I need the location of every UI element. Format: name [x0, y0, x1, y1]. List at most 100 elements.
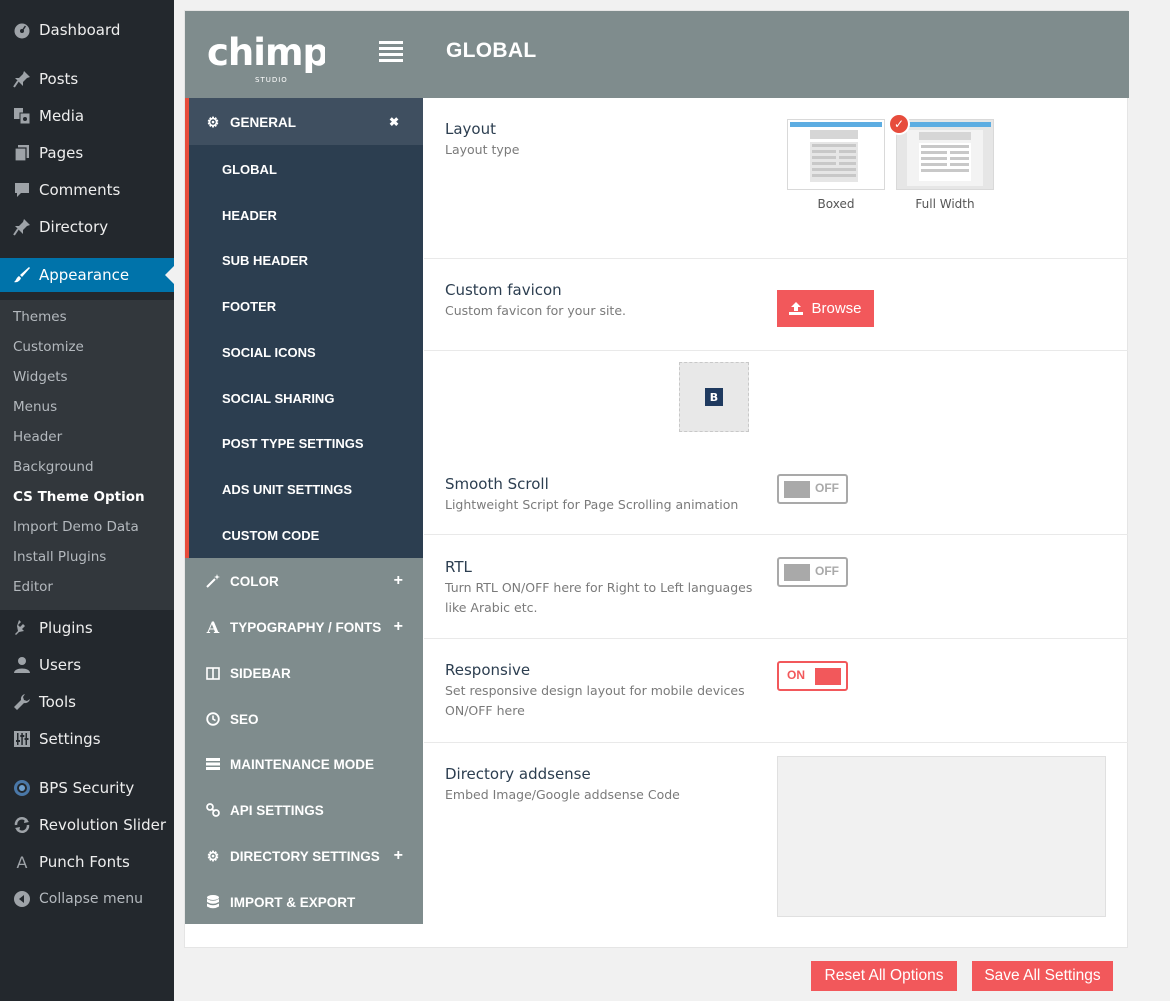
- submenu-item-import-demo-data[interactable]: Import Demo Data: [13, 519, 139, 535]
- shield-icon: [9, 779, 35, 797]
- submenu-item-customize[interactable]: Customize: [13, 339, 84, 355]
- option-description: Turn RTL ON/OFF here for Right to Left l…: [445, 580, 753, 615]
- browse-button[interactable]: Browse: [777, 290, 874, 327]
- responsive-toggle[interactable]: ON: [777, 661, 848, 691]
- layout-boxed-option[interactable]: [787, 119, 885, 190]
- nav-item-header[interactable]: HEADER: [222, 208, 277, 223]
- nav-section-api-settings[interactable]: API SETTINGS: [185, 787, 423, 833]
- responsive-row: Responsive Set responsive design layout …: [424, 639, 1128, 743]
- collapse-menu-button[interactable]: Collapse menu: [0, 882, 174, 916]
- appearance-submenu: Themes Customize Widgets Menus Header Ba…: [0, 300, 174, 610]
- reset-all-options-button[interactable]: Reset All Options: [811, 961, 957, 991]
- chimp-studio-logo: chimp STUDIO: [207, 31, 325, 84]
- nav-section-general-header[interactable]: ⚙ GENERAL ✖: [185, 99, 423, 145]
- menu-item-appearance[interactable]: Appearance: [0, 258, 174, 292]
- favicon-row: Custom favicon Custom favicon for your s…: [424, 259, 1128, 351]
- nav-section-label: TYPOGRAPHY / FONTS: [230, 619, 382, 635]
- submenu-item-menus[interactable]: Menus: [13, 399, 57, 415]
- menu-item-directory[interactable]: Directory: [0, 210, 174, 244]
- general-section: ⚙ GENERAL ✖ GLOBAL HEADER SUB HEADER FOO…: [185, 98, 423, 558]
- option-label: RTL: [445, 558, 472, 576]
- nav-section-label: COLOR: [230, 573, 279, 589]
- media-icon: [9, 107, 35, 125]
- nav-item-global[interactable]: GLOBAL: [222, 162, 277, 177]
- layout-full-width-option[interactable]: [896, 119, 994, 190]
- option-description: Layout type: [445, 142, 520, 157]
- comments-icon: [9, 181, 35, 199]
- submenu-item-background[interactable]: Background: [13, 459, 94, 475]
- layout-option-caption: Full Width: [915, 197, 975, 211]
- menu-item-posts[interactable]: Posts: [0, 62, 174, 96]
- svg-text:chimp: chimp: [207, 31, 325, 74]
- menu-label: Pages: [39, 144, 84, 162]
- nav-item-social-icons[interactable]: SOCIAL ICONS: [222, 345, 316, 360]
- nav-section-seo[interactable]: SEO: [185, 696, 423, 742]
- magic-wand-icon: [205, 574, 221, 588]
- nav-section-label: IMPORT & EXPORT: [230, 894, 356, 910]
- submenu-item-cs-theme-option[interactable]: CS Theme Option: [13, 489, 145, 505]
- menu-item-pages[interactable]: Pages: [0, 136, 174, 170]
- addsense-code-textarea[interactable]: [777, 756, 1106, 917]
- submenu-item-themes[interactable]: Themes: [13, 309, 67, 325]
- columns-icon: [205, 666, 221, 680]
- menu-item-media[interactable]: Media: [0, 99, 174, 133]
- database-icon: [205, 895, 221, 909]
- menu-label: Settings: [39, 730, 101, 748]
- menu-item-bps-security[interactable]: BPS Security: [0, 771, 174, 805]
- sliders-icon: [9, 730, 35, 748]
- rtl-toggle[interactable]: OFF: [777, 557, 848, 587]
- menu-item-comments[interactable]: Comments: [0, 173, 174, 207]
- submenu-item-widgets[interactable]: Widgets: [13, 369, 68, 385]
- option-label: Layout: [445, 120, 496, 138]
- nav-item-ads-unit-settings[interactable]: ADS UNIT SETTINGS: [222, 482, 352, 497]
- submenu-item-editor[interactable]: Editor: [13, 579, 53, 595]
- nav-item-sub-header[interactable]: SUB HEADER: [222, 253, 308, 268]
- menu-label: Plugins: [39, 619, 93, 637]
- dashboard-icon: [9, 21, 35, 39]
- collapse-icon[interactable]: ✖: [389, 115, 399, 129]
- gear-icon: ⚙: [206, 113, 220, 130]
- pages-icon: [9, 144, 35, 162]
- nav-item-footer[interactable]: FOOTER: [222, 299, 276, 314]
- menu-label: Tools: [39, 693, 76, 711]
- option-description: Custom favicon for your site.: [445, 303, 626, 318]
- server-icon: [205, 758, 221, 770]
- nav-section-color[interactable]: COLOR +: [185, 558, 423, 604]
- menu-item-dashboard[interactable]: Dashboard: [0, 13, 174, 47]
- option-label: Smooth Scroll: [445, 475, 549, 493]
- nav-section-maintenance-mode[interactable]: MAINTENANCE MODE: [185, 741, 423, 787]
- smooth-scroll-toggle[interactable]: OFF: [777, 474, 848, 504]
- option-description: Lightweight Script for Page Scrolling an…: [445, 497, 739, 512]
- theme-options-panel: chimp STUDIO GLOBAL ⚙ GENERAL ✖ GLOBAL H…: [184, 10, 1129, 948]
- nav-section-directory-settings[interactable]: ⚙ DIRECTORY SETTINGS +: [185, 833, 423, 879]
- expand-icon[interactable]: +: [394, 618, 403, 636]
- option-label: Directory addsense: [445, 765, 591, 783]
- nav-section-sidebar[interactable]: SIDEBAR: [185, 650, 423, 696]
- save-all-settings-button[interactable]: Save All Settings: [972, 961, 1113, 991]
- nav-section-label: MAINTENANCE MODE: [230, 756, 374, 772]
- nav-section-typography[interactable]: A TYPOGRAPHY / FONTS +: [185, 604, 423, 650]
- toggle-state: OFF: [815, 481, 839, 495]
- menu-item-users[interactable]: Users: [0, 648, 174, 682]
- hamburger-menu-icon[interactable]: [379, 41, 403, 63]
- submenu-item-header[interactable]: Header: [13, 429, 62, 445]
- gear-icon: ⚙: [206, 847, 220, 864]
- menu-item-tools[interactable]: Tools: [0, 685, 174, 719]
- submenu-item-install-plugins[interactable]: Install Plugins: [13, 549, 106, 565]
- expand-icon[interactable]: +: [394, 572, 403, 590]
- nav-item-custom-code[interactable]: CUSTOM CODE: [222, 528, 319, 543]
- font-icon: A: [206, 617, 220, 637]
- menu-item-plugins[interactable]: Plugins: [0, 611, 174, 645]
- menu-item-settings[interactable]: Settings: [0, 722, 174, 756]
- option-description: Embed Image/Google addsense Code: [445, 787, 680, 802]
- menu-item-punch-fonts[interactable]: A Punch Fonts: [0, 845, 174, 879]
- boxed-layout-icon: [810, 130, 858, 182]
- menu-item-revolution-slider[interactable]: Revolution Slider: [0, 808, 174, 842]
- button-label: Browse: [811, 300, 862, 317]
- page-title: GLOBAL: [446, 39, 537, 62]
- nav-section-import-export[interactable]: IMPORT & EXPORT: [185, 879, 423, 925]
- expand-icon[interactable]: +: [394, 847, 403, 865]
- nav-item-social-sharing[interactable]: SOCIAL SHARING: [222, 391, 334, 406]
- nav-item-post-type-settings[interactable]: POST TYPE SETTINGS: [222, 436, 364, 451]
- nav-section-label: SEO: [230, 711, 259, 727]
